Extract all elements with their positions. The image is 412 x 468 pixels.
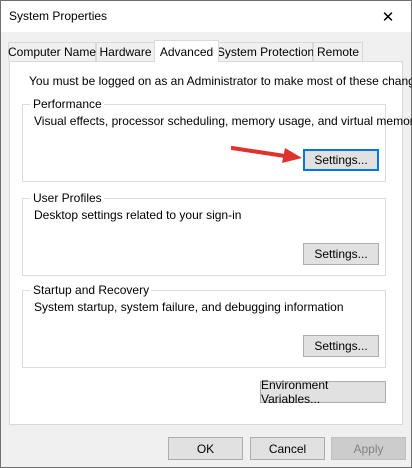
red-arrow-icon [231, 146, 302, 163]
button-label: Settings... [314, 247, 368, 261]
user-profiles-settings-button[interactable]: Settings... [303, 243, 379, 265]
performance-group-title: Performance [30, 97, 104, 111]
tab-strip: Computer Name Hardware Advanced System P… [1, 40, 411, 62]
tab-label: Hardware [99, 45, 152, 59]
environment-variables-button[interactable]: Environment Variables... [260, 378, 386, 406]
advanced-tab-panel: You must be logged on as an Administrato… [9, 61, 412, 425]
tab-label: System Protection [216, 45, 315, 59]
apply-button[interactable]: Apply [331, 437, 406, 460]
admin-note: You must be logged on as an Administrato… [29, 74, 412, 88]
close-button[interactable]: ✕ [365, 1, 411, 32]
button-label: Environment Variables... [261, 378, 329, 406]
cancel-button[interactable]: Cancel [250, 437, 325, 460]
startup-recovery-group: Startup and Recovery System startup, sys… [22, 283, 386, 368]
tab-system-protection[interactable]: System Protection [216, 42, 315, 61]
tab-label: Advanced [159, 44, 214, 59]
tab-hardware[interactable]: Hardware [96, 42, 155, 61]
user-profiles-group: User Profiles Desktop settings related t… [22, 191, 386, 276]
title-bar[interactable]: System Properties ✕ [1, 1, 411, 32]
performance-group: Performance Visual effects, processor sc… [22, 97, 412, 182]
tab-advanced[interactable]: Advanced [154, 40, 219, 62]
startup-recovery-settings-button[interactable]: Settings... [303, 335, 379, 357]
performance-settings-button[interactable]: Settings... [303, 149, 379, 171]
tab-remote[interactable]: Remote [313, 42, 363, 61]
startup-recovery-group-title: Startup and Recovery [30, 283, 152, 297]
button-label: OK [196, 441, 215, 456]
button-label: Settings... [314, 339, 368, 353]
button-label: Cancel [268, 441, 307, 456]
user-profiles-group-title: User Profiles [30, 191, 104, 205]
window-title: System Properties [9, 9, 108, 23]
tab-label: Remote [316, 45, 360, 59]
ok-button[interactable]: OK [168, 437, 243, 460]
user-profiles-description: Desktop settings related to your sign-in [34, 208, 242, 222]
system-properties-window: System Properties ✕ Computer Name Hardwa… [0, 0, 412, 468]
button-label: Settings... [314, 153, 368, 167]
startup-recovery-description: System startup, system failure, and debu… [34, 300, 344, 314]
performance-description: Visual effects, processor scheduling, me… [34, 114, 412, 128]
button-label: Apply [353, 441, 384, 456]
tab-label: Computer Name [7, 45, 97, 59]
tab-computer-name[interactable]: Computer Name [8, 42, 96, 61]
close-icon: ✕ [381, 8, 395, 26]
